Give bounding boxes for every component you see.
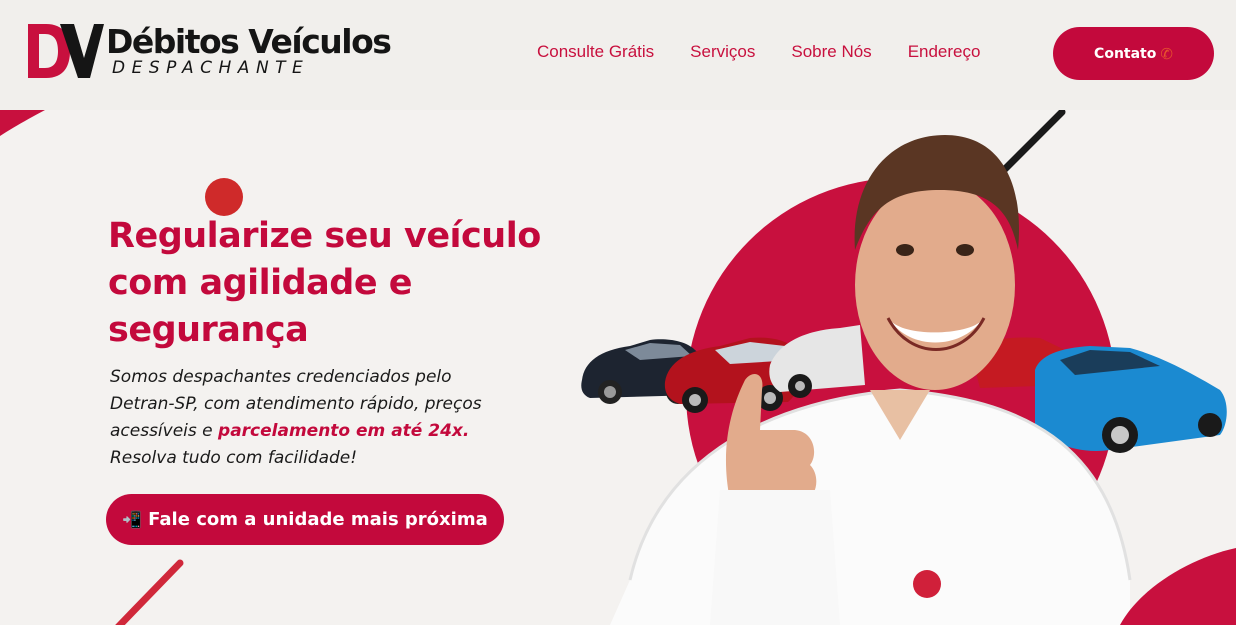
nav-endereco[interactable]: Endereço: [908, 42, 981, 62]
brand-subtitle: DESPACHANTE: [112, 58, 310, 78]
car-white-icon: [769, 325, 865, 398]
dv-logo-mark: [28, 24, 104, 78]
hero-description: Somos despachantes credenciados pelo Det…: [110, 364, 510, 472]
contact-button-label: Contato: [1094, 45, 1157, 62]
hero-headline-line-3: segurança: [108, 310, 309, 350]
brand-logo[interactable]: Débitos Veículos DESPACHANTE: [26, 22, 392, 82]
phone-icon: ✆: [1160, 44, 1173, 63]
contact-button[interactable]: Contato ✆: [1053, 27, 1214, 80]
decorative-dot-bottom: [913, 570, 941, 598]
hero-headline: Regularize seu veículo com agilidade e s…: [108, 213, 548, 354]
car-blue-icon: [1035, 346, 1227, 453]
mobile-phone-icon: 📲: [122, 510, 143, 529]
brand-title: Débitos Veículos: [106, 22, 392, 61]
decorative-dot: [205, 178, 243, 216]
decorative-slash-red: [115, 559, 184, 625]
hero-headline-line-2: com agilidade e: [108, 263, 413, 303]
hero-headline-line-1: Regularize seu veículo: [108, 216, 541, 256]
main-nav: Consulte Grátis Serviços Sobre Nós Ender…: [537, 42, 1016, 62]
nav-sobre-nos[interactable]: Sobre Nós: [791, 42, 871, 62]
hero-description-highlight: parcelamento em até 24x.: [218, 421, 470, 441]
site-header: Débitos Veículos DESPACHANTE Consulte Gr…: [0, 0, 1236, 110]
contact-nearest-unit-button[interactable]: 📲 Fale com a unidade mais próxima: [106, 494, 504, 545]
cta-label: Fale com a unidade mais próxima: [148, 509, 488, 530]
corner-swoosh-top-left: [0, 110, 45, 136]
nav-consulte-gratis[interactable]: Consulte Grátis: [537, 42, 654, 62]
nav-servicos[interactable]: Serviços: [690, 42, 755, 62]
corner-swoosh-bottom-right: [1120, 548, 1236, 625]
hero-description-part-2: Resolva tudo com facilidade!: [110, 448, 358, 468]
